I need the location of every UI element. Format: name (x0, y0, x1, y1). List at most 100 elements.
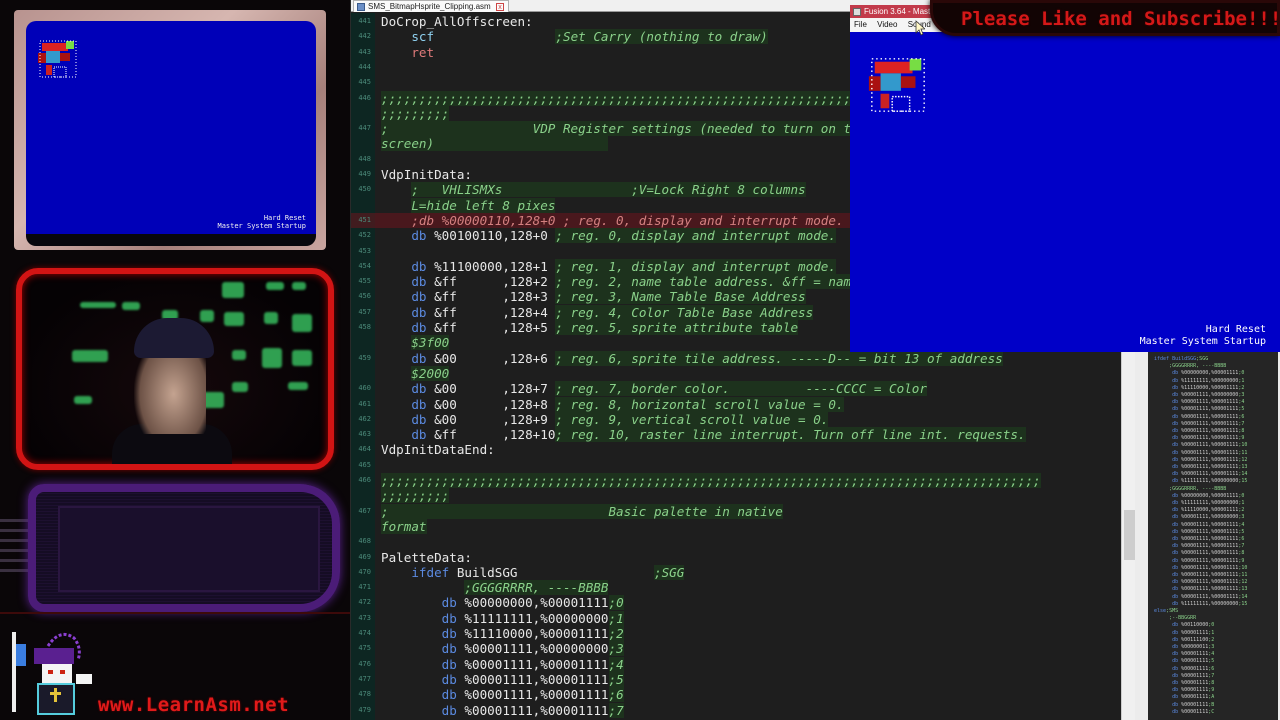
code-line[interactable]: 470 ifdef BuildSGG ;SGG (351, 564, 1121, 580)
code-comment: ;0 (608, 595, 624, 611)
line-number: 464 (358, 445, 371, 454)
code-line[interactable]: ;;;;;;;;; (351, 488, 1121, 504)
menu-file[interactable]: File (850, 18, 871, 32)
caption-line: Hard Reset (1205, 324, 1266, 335)
code-keyword: db (411, 320, 427, 335)
code-line[interactable]: 464 VdpInitDataEnd: (351, 442, 1121, 457)
code-comment: ; VDP Register settings (needed to turn … (381, 121, 867, 137)
code-line[interactable]: 461 db &00 ,128+8 ; reg. 8, horizontal s… (351, 396, 1121, 412)
minimap-line: db %00001111,%00000000;3 (1148, 514, 1245, 521)
minimap-line: db %00000011;3 (1148, 644, 1215, 650)
code-text: db %00001111,%00001111;5 (381, 671, 624, 687)
code-line[interactable]: 459 db &00 ,128+6 ; reg. 6, sprite tile … (351, 350, 1121, 366)
emulator-screen: Hard Reset Master System Startup (850, 32, 1280, 352)
code-line[interactable]: 467 ; Basic palette in native (351, 503, 1121, 519)
code-comment: ; reg. 1, display and interrupt mode. (555, 258, 836, 274)
code-comment: $3f00 (411, 335, 450, 351)
code-line[interactable]: 466;;;;;;;;;;;;;;;;;;;;;;;;;;;;;;;;;;;;;… (351, 473, 1121, 488)
scrollbar-thumb[interactable] (1124, 510, 1135, 560)
minimap-line: db %00001111,%00001111;9 (1148, 557, 1245, 564)
code-line[interactable]: 469 PaletteData: (351, 550, 1121, 565)
line-number: 457 (358, 307, 371, 316)
line-number: 451 (358, 215, 371, 224)
code-line[interactable]: 473 db %11111111,%00000000;1 (351, 610, 1121, 626)
code-line[interactable]: 471 ;GGGGRRRR, ----BBBB (351, 580, 1121, 596)
code-text: db %11100000,128+1 ; reg. 1, display and… (381, 258, 836, 274)
code-text: ifdef BuildSGG ;SGG (381, 564, 685, 580)
minimap-line: db %00001111,%00001111;14 (1148, 593, 1248, 600)
code-token: %00001111,%00001111 (456, 702, 609, 718)
minimap-line: db %00001111;8 (1148, 680, 1215, 686)
code-comment: ; reg. 5, sprite attribute table (555, 320, 799, 335)
code-token: &ff ,128+3 (426, 289, 556, 305)
line-number: 446 (358, 93, 371, 102)
menu-video[interactable]: Video (873, 18, 901, 32)
code-line[interactable]: 478 db %00001111,%00001111;6 (351, 687, 1121, 703)
code-keyword: db (441, 687, 457, 703)
code-line[interactable]: $2000 (351, 365, 1121, 381)
code-text: db &ff ,128+3 ; reg. 3, Name Table Base … (381, 289, 806, 305)
code-keyword: ifdef (411, 564, 450, 580)
minimap-line: db %00001111;4 (1148, 651, 1215, 658)
code-keyword: db (441, 610, 457, 626)
code-line[interactable]: 477 db %00001111,%00001111;5 (351, 671, 1121, 687)
minimap-line: db %11111111,%00000000;15 (1148, 600, 1248, 607)
line-number: 478 (358, 690, 371, 699)
code-comment: ;7 (608, 702, 624, 718)
code-token: &00 ,128+8 (426, 396, 556, 412)
code-keyword: db (441, 641, 457, 657)
code-token: DoCrop_AllOffscreen: (381, 14, 533, 29)
line-number: 474 (358, 629, 371, 637)
minimap-line: db %00001111,%00001111;13 (1148, 464, 1248, 470)
code-text: ; VDP Register settings (needed to turn … (381, 121, 867, 137)
code-token: %00001111,%00001111 (456, 687, 609, 703)
code-line[interactable]: 472 db %00000000,%00001111;0 (351, 595, 1121, 611)
minimap-line: db %00000000,%00001111;0 (1148, 492, 1245, 499)
code-token: VdpInitDataEnd: (381, 442, 495, 458)
line-number: 476 (358, 659, 371, 668)
code-comment: screen) (381, 136, 609, 152)
code-text: db &ff ,128+4 ; reg. 4, Color Table Base… (381, 304, 814, 320)
code-token: &00 ,128+6 (426, 350, 556, 366)
emulator-titlebar[interactable]: Fusion 3.64 - Mast (850, 5, 932, 18)
code-comment: ;2 (608, 626, 624, 641)
code-line[interactable]: format (351, 518, 1121, 534)
file-tab[interactable]: SMS_BitmapHsprite_Clipping.asm x (353, 0, 509, 12)
line-number: 470 (358, 567, 371, 576)
line-number: 468 (358, 537, 371, 546)
code-keyword: db (411, 427, 427, 443)
crt-emulator-preview: Hard Reset Master System Startup (26, 21, 316, 246)
streamer-cap (134, 318, 214, 358)
code-text: db &00 ,128+6 ; reg. 6, sprite tile addr… (381, 350, 1003, 366)
code-line[interactable]: 460 db &00 ,128+7 ; reg. 7, border color… (351, 381, 1121, 397)
code-line[interactable]: 476 db %00001111,%00001111;4 (351, 656, 1121, 672)
code-line[interactable]: 479 db %00001111,%00001111;7 (351, 702, 1121, 718)
game-sprite-icon (868, 58, 925, 112)
code-text: ;;;;;;;;; (381, 488, 450, 504)
code-line[interactable]: 474 db %11110000,%00001111;2 (351, 626, 1121, 641)
code-comment: ;;;;;;;;; (381, 488, 450, 504)
code-line[interactable]: 465 (351, 458, 1121, 473)
code-line[interactable]: 462 db &00 ,128+9 ; reg. 9, vertical scr… (351, 411, 1121, 427)
minimap-line: db %00001111,%00001111;13 (1148, 586, 1248, 593)
line-number: 449 (358, 170, 371, 178)
code-keyword: db (441, 671, 457, 687)
code-line[interactable]: 475 db %00001111,%00000000;3 (351, 641, 1121, 657)
code-text: ;;;;;;;;;;;;;;;;;;;;;;;;;;;;;;;;;;;;;;;;… (381, 473, 1041, 488)
close-tab-icon[interactable]: x (495, 3, 504, 11)
code-line[interactable]: 463 db &ff ,128+10; reg. 10, raster line… (351, 427, 1121, 443)
line-number: 471 (358, 583, 371, 592)
code-text: DoCrop_AllOffscreen: (381, 14, 533, 29)
minimap-line: db %00001111,%00001111;5 (1148, 406, 1245, 413)
code-line[interactable]: 468 (351, 534, 1121, 549)
code-minimap[interactable]: ifdef BuildSGG;SGG ;GGGGRRRR, ----BBBB d… (1148, 352, 1278, 720)
code-text: L=hide left 8 pixes (381, 197, 556, 213)
minimap-line: db %00001111;B (1148, 701, 1215, 708)
minimap-line: db %00001111,%00001111;7 (1148, 543, 1245, 550)
